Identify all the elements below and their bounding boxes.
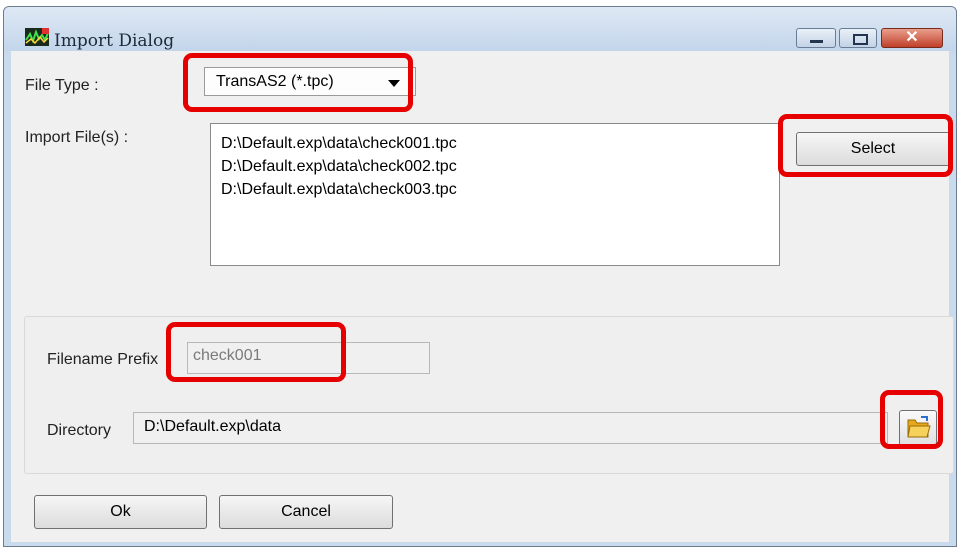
list-item[interactable]: D:\Default.exp\data\check001.tpc bbox=[221, 132, 779, 155]
close-icon: ✕ bbox=[905, 29, 919, 46]
import-files-label: Import File(s) : bbox=[25, 129, 129, 146]
ok-button[interactable]: Ok bbox=[34, 495, 207, 529]
import-dialog-window: Import Dialog ✕ File Type : TransAS2 (*.… bbox=[3, 6, 957, 547]
import-files-list[interactable]: D:\Default.exp\data\check001.tpc D:\Defa… bbox=[210, 123, 780, 266]
directory-field[interactable]: D:\Default.exp\data bbox=[133, 412, 888, 444]
cancel-button[interactable]: Cancel bbox=[219, 495, 393, 529]
window-title: Import Dialog bbox=[54, 31, 175, 51]
filename-prefix-label: Filename Prefix bbox=[47, 351, 159, 368]
list-item[interactable]: D:\Default.exp\data\check002.tpc bbox=[221, 155, 779, 178]
directory-label: Directory bbox=[47, 422, 112, 439]
file-type-label: File Type : bbox=[25, 77, 99, 94]
minimize-button[interactable] bbox=[796, 28, 836, 48]
app-icon bbox=[25, 28, 49, 46]
maximize-button[interactable] bbox=[839, 28, 877, 48]
output-settings-group bbox=[24, 316, 954, 474]
minimize-icon bbox=[810, 40, 823, 43]
highlight-select-button bbox=[778, 114, 953, 177]
list-item[interactable]: D:\Default.exp\data\check003.tpc bbox=[221, 178, 779, 201]
highlight-browse-folder bbox=[880, 390, 943, 449]
maximize-icon bbox=[853, 34, 868, 45]
title-bar[interactable]: Import Dialog ✕ bbox=[4, 7, 956, 51]
highlight-filename-prefix bbox=[166, 322, 346, 382]
highlight-file-type bbox=[183, 53, 413, 112]
close-button[interactable]: ✕ bbox=[881, 28, 943, 48]
